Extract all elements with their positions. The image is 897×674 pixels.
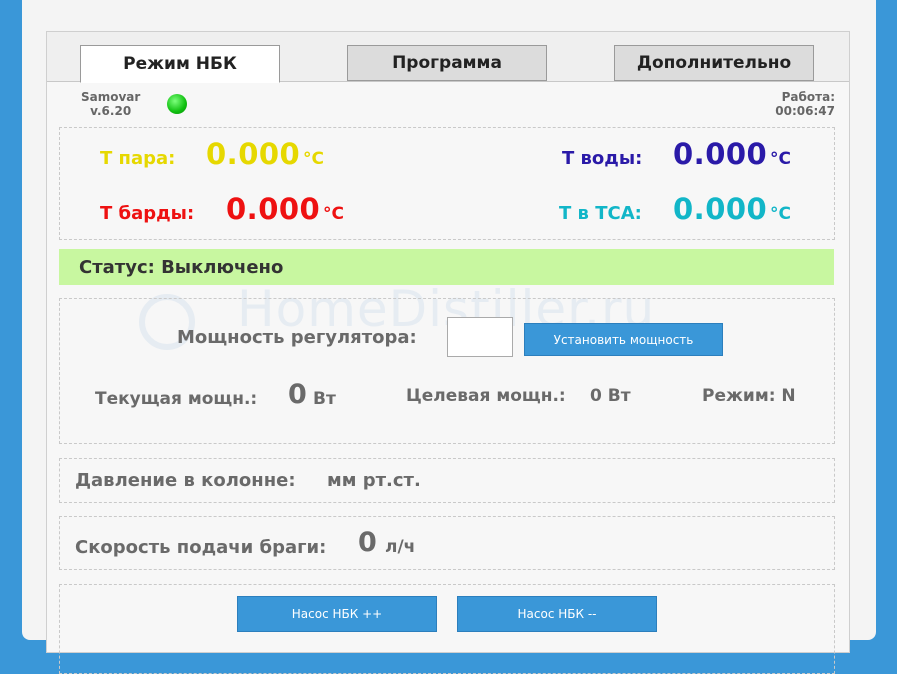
uptime-label: Работа: (781, 90, 835, 104)
water-temp-value: 0.000 (673, 137, 768, 171)
steam-temp-unit: °C (303, 149, 324, 169)
tsa-temp-unit: °C (770, 204, 791, 224)
feed-value: 0 (358, 527, 377, 558)
temperature-panel: Т пара: 0.000 °C Т воды: 0.000 °C Т бард… (59, 127, 835, 240)
uptime: Работа: 00:06:47 (775, 90, 835, 118)
main-panel: Режим НБК Программа Дополнительно Samova… (46, 31, 850, 674)
bard-temp-value: 0.000 (226, 192, 321, 226)
tab-program[interactable]: Программа (347, 45, 547, 81)
pump-increase-button[interactable]: Насос НБК ++ (237, 596, 437, 632)
feed-unit: л/ч (385, 537, 416, 557)
water-temp-unit: °C (770, 149, 791, 169)
current-power-label: Текущая мощн.: (95, 389, 258, 409)
tsa-temp-value: 0.000 (673, 192, 768, 226)
steam-temp-label: Т пара: (100, 148, 176, 169)
device-version: Samovar v.6.20 (81, 90, 140, 118)
pressure-label: Давление в колонне: (75, 470, 296, 491)
tab-nbk-mode[interactable]: Режим НБК (80, 45, 280, 83)
tab-bar: Режим НБК Программа Дополнительно (47, 32, 849, 83)
pump-panel: Насос НБК ++ Насос НБК -- (59, 584, 835, 674)
tab-additional[interactable]: Дополнительно (614, 45, 814, 81)
pressure-panel: Давление в колонне: мм рт.ст. (59, 458, 835, 503)
mode-label: Режим: N (702, 386, 796, 406)
version-text: v.6.20 (90, 104, 132, 118)
power-panel: Мощность регулятора: Установить мощность… (59, 298, 835, 444)
device-name: Samovar (81, 90, 141, 104)
target-power-label: Целевая мощн.: (406, 386, 566, 406)
tsa-temp-label: Т в ТСА: (559, 203, 642, 224)
current-power-unit: Вт (313, 389, 336, 409)
pump-decrease-button[interactable]: Насос НБК -- (457, 596, 657, 632)
status-led-icon (167, 94, 187, 114)
water-temp-label: Т воды: (562, 148, 643, 169)
pressure-unit: мм рт.ст. (327, 470, 421, 491)
feed-panel: Скорость подачи браги: 0 л/ч (59, 516, 835, 570)
set-power-button[interactable]: Установить мощность (524, 323, 723, 356)
uptime-value: 00:06:47 (775, 104, 835, 118)
feed-label: Скорость подачи браги: (75, 537, 327, 558)
regulator-power-label: Мощность регулятора: (177, 327, 417, 348)
steam-temp-value: 0.000 (206, 137, 301, 171)
bard-temp-unit: °C (323, 204, 344, 224)
power-input[interactable] (447, 317, 513, 357)
current-power-value: 0 (288, 379, 307, 410)
target-power-value: 0 Вт (590, 386, 631, 406)
bard-temp-label: Т барды: (100, 203, 195, 224)
status-text: Статус: Выключено (79, 256, 284, 278)
